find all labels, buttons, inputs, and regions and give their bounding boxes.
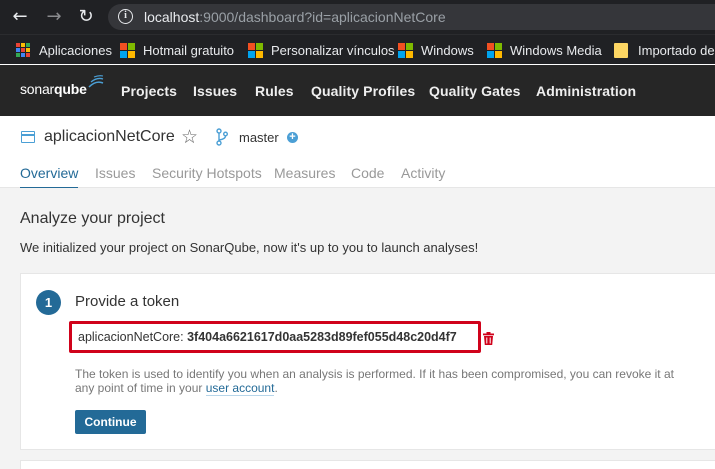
- bookmark-label: Importado de I: [638, 42, 715, 58]
- step-title: Provide a token: [75, 293, 180, 310]
- sonar-waves-icon: [88, 75, 104, 88]
- tab-overview[interactable]: Overview: [20, 165, 79, 190]
- tab-activity[interactable]: Activity: [401, 165, 445, 181]
- nav-rules[interactable]: Rules: [255, 83, 294, 99]
- continue-button[interactable]: Continue: [75, 410, 146, 434]
- bookmark-apps[interactable]: Aplicaciones: [16, 41, 112, 59]
- bookmark-label: Windows Media: [510, 42, 602, 58]
- tab-code[interactable]: Code: [351, 165, 384, 181]
- page-title: Analyze your project: [20, 210, 165, 227]
- folder-icon: [614, 42, 628, 58]
- next-step-card: [20, 460, 715, 469]
- microsoft-logo-icon: [120, 42, 135, 58]
- reload-icon[interactable]: ↻: [76, 7, 96, 27]
- step-number-badge: 1: [36, 290, 61, 315]
- logo-text-bold: qube: [54, 81, 87, 97]
- apps-icon: [16, 43, 30, 57]
- token-label: aplicacionNetCore:: [78, 330, 188, 344]
- bookmark-label: Hotmail gratuito: [143, 42, 235, 58]
- browser-toolbar: ← → ↻ i localhost:9000/dashboard?id=apli…: [0, 0, 715, 34]
- tab-security-hotspots[interactable]: Security Hotspots: [152, 165, 262, 181]
- tab-measures[interactable]: Measures: [274, 165, 335, 181]
- token-value[interactable]: 3f404a6621617d0aa5283d89fef055d48c20d4f7: [187, 330, 457, 344]
- add-branch-icon[interactable]: +: [287, 132, 298, 143]
- token-display[interactable]: aplicacionNetCore: 3f404a6621617d0aa5283…: [78, 330, 457, 344]
- sonarqube-navbar: sonarqube Projects Issues Rules Quality …: [0, 65, 715, 116]
- help-text-end: .: [274, 381, 278, 395]
- bookmark-folder-importado[interactable]: Importado de I: [614, 41, 715, 59]
- logo-text-light: sonar: [20, 81, 55, 97]
- back-arrow-icon[interactable]: ←: [10, 7, 30, 27]
- user-account-link[interactable]: user account: [205, 381, 275, 396]
- nav-issues[interactable]: Issues: [193, 83, 237, 99]
- component-header: aplicacionNetCore ☆ master + Overview Is…: [0, 116, 715, 190]
- bookmark-label: Personalizar vínculos: [271, 42, 395, 58]
- site-info-icon[interactable]: i: [118, 9, 133, 24]
- microsoft-logo-icon: [398, 42, 413, 58]
- nav-quality-gates[interactable]: Quality Gates: [429, 83, 521, 99]
- bookmark-label: Windows: [421, 42, 474, 58]
- tab-issues[interactable]: Issues: [95, 165, 135, 181]
- branch-icon: [216, 128, 228, 146]
- bookmarks-bar: Aplicaciones Hotmail gratuito Personaliz…: [0, 34, 715, 64]
- page-body: Analyze your project We initialized your…: [0, 188, 715, 469]
- microsoft-logo-icon: [248, 42, 263, 58]
- step-card: 1 Provide a token aplicacionNetCore: 3f4…: [20, 273, 715, 450]
- bookmark-windows[interactable]: Windows: [398, 41, 474, 59]
- bookmark-personalizar[interactable]: Personalizar vínculos: [248, 41, 395, 59]
- trash-icon[interactable]: [483, 332, 494, 345]
- url-text: localhost:9000/dashboard?id=aplicacionNe…: [144, 9, 446, 25]
- forward-arrow-icon[interactable]: →: [44, 7, 64, 27]
- branch-name[interactable]: master: [239, 130, 279, 145]
- token-highlight-box: aplicacionNetCore: 3f404a6621617d0aa5283…: [69, 321, 481, 353]
- page-description: We initialized your project on SonarQube…: [20, 240, 479, 255]
- token-help-text: The token is used to identify you when a…: [75, 367, 675, 396]
- favorite-star-icon[interactable]: ☆: [181, 126, 198, 148]
- help-text-body: The token is used to identify you when a…: [75, 367, 674, 395]
- bookmark-label: Aplicaciones: [39, 42, 112, 58]
- address-bar[interactable]: i localhost:9000/dashboard?id=aplicacion…: [108, 4, 715, 30]
- sonarqube-logo[interactable]: sonarqube: [20, 75, 104, 97]
- nav-administration[interactable]: Administration: [536, 83, 636, 99]
- bookmark-windows-media[interactable]: Windows Media: [487, 41, 602, 59]
- microsoft-logo-icon: [487, 42, 502, 58]
- nav-quality-profiles[interactable]: Quality Profiles: [311, 83, 415, 99]
- bookmark-hotmail[interactable]: Hotmail gratuito: [120, 41, 234, 59]
- nav-projects[interactable]: Projects: [121, 83, 177, 99]
- project-name[interactable]: aplicacionNetCore: [44, 128, 175, 146]
- project-icon: [20, 131, 35, 143]
